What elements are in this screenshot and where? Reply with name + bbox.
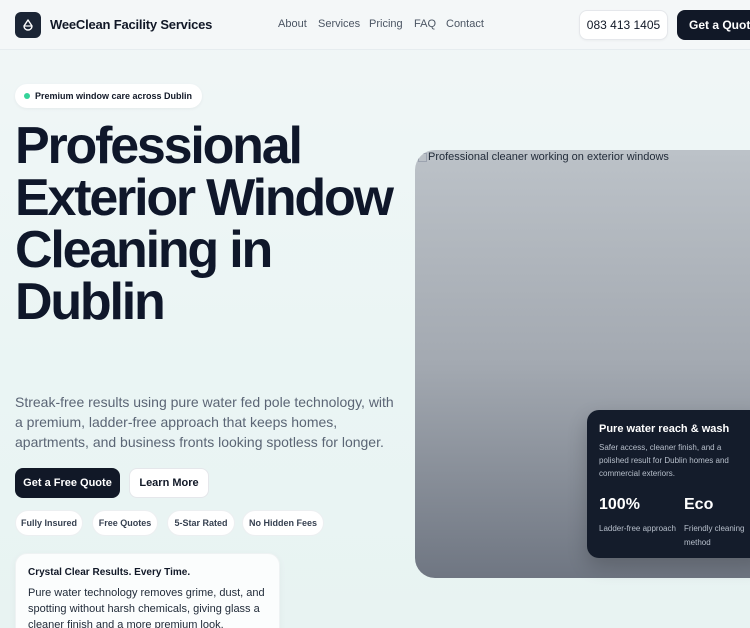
info-card-title: Crystal Clear Results. Every Time.	[28, 567, 191, 578]
broken-image-icon	[418, 152, 427, 162]
learn-more-button[interactable]: Learn More	[129, 468, 209, 498]
image-alt-text: Professional cleaner working on exterior…	[428, 151, 669, 163]
info-card: Crystal Clear Results. Every Time. Pure …	[15, 553, 280, 628]
stat-label: Friendly cleaning method	[684, 524, 745, 547]
hero-pill-text: Premium window care across Dublin	[35, 91, 193, 101]
image-alt: Professional cleaner working on exterior…	[418, 151, 669, 163]
nav-about[interactable]: About	[278, 18, 307, 30]
logo-badge[interactable]	[15, 12, 41, 38]
nav-faq[interactable]: FAQ	[414, 18, 436, 30]
nav-contact[interactable]: Contact	[446, 18, 484, 30]
tag-fully-insured: Fully Insured	[15, 510, 83, 536]
tag-five-star: 5-Star Rated	[167, 510, 235, 536]
tag-no-hidden-fees: No Hidden Fees	[242, 510, 324, 536]
brand-name[interactable]: WeeClean Facility Services	[50, 17, 212, 32]
get-quote-button[interactable]: Get a Quote	[677, 10, 750, 40]
stat-item: 100% Ladder-free approach	[599, 496, 679, 536]
stat-value: Eco	[684, 496, 714, 513]
hero-title: Professional Exterior Window Cleaning in…	[15, 117, 394, 331]
free-quote-button[interactable]: Get a Free Quote	[15, 468, 120, 498]
info-card-text: Pure water technology removes grime, dus…	[28, 587, 265, 628]
site-header: WeeClean Facility Services About Service…	[0, 0, 750, 50]
stat-value: 100%	[599, 496, 640, 513]
stat-label: Ladder-free approach	[599, 524, 676, 533]
phone-button[interactable]: 083 413 1405	[579, 10, 668, 40]
stat-item: Eco Friendly cleaning method	[684, 496, 750, 550]
feature-card: Pure water reach & wash Safer access, cl…	[587, 410, 750, 558]
feature-card-text: Safer access, cleaner finish, and a poli…	[599, 443, 729, 478]
status-dot-icon	[24, 93, 30, 99]
tag-free-quotes: Free Quotes	[92, 510, 158, 536]
nav-pricing[interactable]: Pricing	[369, 18, 403, 30]
hero-pill: Premium window care across Dublin	[15, 84, 203, 108]
hero-subtitle: Streak-free results using pure water fed…	[15, 394, 394, 450]
nav-services[interactable]: Services	[318, 18, 360, 30]
feature-card-title: Pure water reach & wash	[599, 423, 730, 435]
drop-icon	[23, 19, 33, 31]
